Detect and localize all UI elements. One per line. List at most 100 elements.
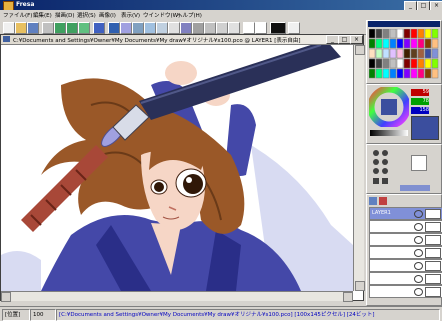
palette-swatch[interactable] [375,38,383,49]
layer-row[interactable] [369,285,442,298]
visibility-eye-icon[interactable] [414,262,423,270]
new-file-icon[interactable] [3,22,15,34]
palette-swatch[interactable] [403,68,411,79]
palette-swatch[interactable] [403,58,411,69]
brightness-slider[interactable] [370,130,408,136]
palette-swatch[interactable] [431,68,439,79]
menu-help[interactable]: ヘルプ(H) [177,11,202,19]
palette-swatch[interactable] [410,38,418,49]
palette-swatch[interactable] [424,48,432,59]
canvas-close-button[interactable]: × [350,35,363,44]
palette-swatch[interactable] [417,58,425,69]
scroll-up-arrow-icon[interactable] [355,45,365,55]
cut-icon[interactable] [42,22,54,34]
palette-swatch[interactable] [389,48,397,59]
menu-image[interactable]: 画像(I) [99,11,116,19]
palette-swatch[interactable] [417,68,425,79]
palette-swatch[interactable] [389,58,397,69]
palette-swatch[interactable] [410,29,418,39]
scroll-left-arrow-icon[interactable] [1,292,11,302]
palette-swatch[interactable] [410,48,418,59]
palette-swatch[interactable] [375,58,383,69]
palette-swatch[interactable] [382,68,390,79]
layer-swatch-icon[interactable] [255,22,267,34]
palette-swatch[interactable] [431,29,439,39]
green-value[interactable]: 78 [411,98,429,105]
rect-tool-icon[interactable] [204,22,216,34]
palette-swatch[interactable] [431,58,439,69]
menu-edit[interactable]: 編集(E) [33,11,52,19]
fg-color-box[interactable] [270,22,286,34]
select-tool-icon[interactable] [108,22,120,34]
palette-swatch[interactable] [375,29,383,39]
delete-layer-icon[interactable] [379,197,387,205]
layer-row[interactable] [369,220,442,233]
palette-swatch[interactable] [431,38,439,49]
current-color-swatch[interactable] [411,116,439,140]
horizontal-scrollbar[interactable] [1,291,353,302]
brush-tool-icon[interactable] [120,22,132,34]
red-value[interactable]: 59 [411,89,429,96]
eraser-tool-icon[interactable] [168,22,180,34]
palette-swatch[interactable] [396,38,404,49]
vertical-scrollbar[interactable] [353,45,365,291]
layer-row[interactable] [369,259,442,272]
new-layer-icon[interactable] [369,197,377,205]
palette-swatch[interactable] [424,29,432,39]
layer-row[interactable] [369,246,442,259]
layer-row[interactable] [369,272,442,285]
menu-select[interactable]: 選択(S) [77,11,96,19]
undo-icon[interactable] [78,22,90,34]
visibility-eye-icon[interactable] [414,288,423,296]
brush-shapes-grid[interactable] [371,148,395,190]
menu-view[interactable]: 表示(V) [121,11,140,19]
zoom-icon[interactable] [93,22,105,34]
artwork-canvas[interactable] [1,45,353,291]
save-icon[interactable] [27,22,39,34]
scroll-down-arrow-icon[interactable] [355,281,365,291]
palette-swatch[interactable] [396,68,404,79]
palette-swatch[interactable] [369,58,376,69]
menu-draw[interactable]: 描画(D) [55,11,75,19]
palette-swatch[interactable] [417,29,425,39]
palette-swatch[interactable] [369,29,376,39]
ellipse-tool-icon[interactable] [216,22,228,34]
palette-swatch[interactable] [424,68,432,79]
layer-row-active[interactable]: LAYER1 [369,207,442,220]
visibility-eye-icon[interactable] [414,249,423,257]
scroll-right-arrow-icon[interactable] [343,292,353,302]
open-folder-icon[interactable] [15,22,27,34]
visibility-eye-icon[interactable] [414,275,423,283]
palette-swatch[interactable] [382,48,390,59]
palette-swatch[interactable] [396,29,404,39]
blue-value[interactable]: 158 [411,107,429,114]
palette-swatch[interactable] [382,38,390,49]
palette-swatch[interactable] [369,38,376,49]
menu-window[interactable]: ウインドウ(W) [143,11,180,19]
palette-swatch[interactable] [389,29,397,39]
palette-swatch[interactable] [410,58,418,69]
palette-swatch[interactable] [417,48,425,59]
fill-tool-icon[interactable] [180,22,192,34]
copy-icon[interactable] [54,22,66,34]
color-wheel[interactable] [369,87,409,127]
palette-swatch[interactable] [396,58,404,69]
palette-swatch[interactable] [403,38,411,49]
visibility-eye-icon[interactable] [414,210,423,218]
bg-color-box[interactable] [288,22,300,34]
pen-tool-icon[interactable] [132,22,144,34]
line-tool-icon[interactable] [192,22,204,34]
palette-swatch[interactable] [417,38,425,49]
visibility-eye-icon[interactable] [414,236,423,244]
palette-swatch[interactable] [396,48,404,59]
palette-swatch[interactable] [375,68,383,79]
color-palette-grid[interactable] [369,29,439,81]
palette-swatch[interactable] [369,68,376,79]
palette-swatch[interactable] [389,38,397,49]
palette-swatch[interactable] [431,48,439,59]
pencil-tool-icon[interactable] [144,22,156,34]
palette-swatch[interactable] [424,58,432,69]
paste-icon[interactable] [66,22,78,34]
brush-size-slider[interactable] [400,185,430,191]
palette-swatch[interactable] [410,68,418,79]
